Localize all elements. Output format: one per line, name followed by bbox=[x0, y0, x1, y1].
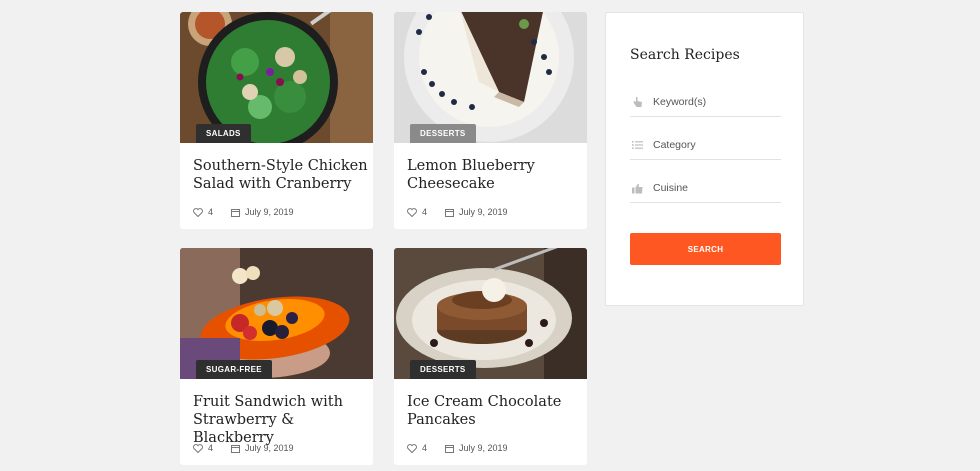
calendar-icon bbox=[445, 208, 455, 217]
calendar-icon bbox=[231, 208, 241, 217]
pointer-hand-icon bbox=[632, 96, 644, 108]
recipe-card[interactable]: DESSERTS Lemon Blueberry Cheesecake 4 Ju… bbox=[394, 12, 587, 229]
thumbs-up-icon bbox=[632, 182, 644, 194]
recipe-image[interactable]: DESSERTS bbox=[394, 248, 587, 379]
recipe-image[interactable]: DESSERTS bbox=[394, 12, 587, 143]
cuisine-placeholder[interactable]: Cuisine bbox=[653, 182, 688, 194]
recipe-card[interactable]: SUGAR-FREE Fruit Sandwich with Strawberr… bbox=[180, 248, 373, 465]
heart-icon[interactable] bbox=[407, 443, 417, 453]
category-badge[interactable]: SUGAR-FREE bbox=[196, 360, 272, 379]
recipe-image[interactable]: SALADS bbox=[180, 12, 373, 143]
category-badge[interactable]: DESSERTS bbox=[410, 124, 476, 143]
likes-count: 4 bbox=[422, 207, 428, 217]
recipe-card[interactable]: DESSERTS Ice Cream Chocolate Pancakes 4 … bbox=[394, 248, 587, 465]
calendar-icon bbox=[445, 444, 455, 453]
keyword-placeholder[interactable]: Keyword(s) bbox=[653, 96, 706, 108]
likes-count: 4 bbox=[422, 443, 428, 453]
recipe-title[interactable]: Fruit Sandwich with Strawberry & Blackbe… bbox=[193, 393, 368, 447]
likes-count: 4 bbox=[208, 443, 214, 453]
recipe-card[interactable]: SALADS Southern-Style Chicken Salad with… bbox=[180, 12, 373, 229]
recipe-date: July 9, 2019 bbox=[245, 443, 294, 453]
likes-count: 4 bbox=[208, 207, 214, 217]
keyword-field[interactable]: Keyword(s) bbox=[630, 88, 781, 117]
recipe-date: July 9, 2019 bbox=[245, 207, 294, 217]
recipe-meta: 4 July 9, 2019 bbox=[193, 443, 294, 453]
recipe-title[interactable]: Lemon Blueberry Cheesecake bbox=[407, 157, 582, 193]
list-icon bbox=[632, 139, 644, 151]
heart-icon[interactable] bbox=[407, 207, 417, 217]
calendar-icon bbox=[231, 444, 241, 453]
recipe-title[interactable]: Ice Cream Chocolate Pancakes bbox=[407, 393, 582, 429]
recipe-title[interactable]: Southern-Style Chicken Salad with Cranbe… bbox=[193, 157, 368, 193]
heart-icon[interactable] bbox=[193, 443, 203, 453]
category-placeholder[interactable]: Category bbox=[653, 139, 696, 151]
category-badge[interactable]: SALADS bbox=[196, 124, 251, 143]
recipe-meta: 4 July 9, 2019 bbox=[407, 207, 508, 217]
recipe-image[interactable]: SUGAR-FREE bbox=[180, 248, 373, 379]
recipe-meta: 4 July 9, 2019 bbox=[407, 443, 508, 453]
recipe-meta: 4 July 9, 2019 bbox=[193, 207, 294, 217]
widget-heading: Search Recipes bbox=[630, 47, 740, 63]
search-button[interactable]: SEARCH bbox=[630, 233, 781, 265]
search-recipes-widget: Search Recipes Keyword(s) Category Cuisi… bbox=[605, 12, 804, 306]
recipe-date: July 9, 2019 bbox=[459, 443, 508, 453]
cuisine-field[interactable]: Cuisine bbox=[630, 174, 781, 203]
heart-icon[interactable] bbox=[193, 207, 203, 217]
category-field[interactable]: Category bbox=[630, 131, 781, 160]
recipe-date: July 9, 2019 bbox=[459, 207, 508, 217]
category-badge[interactable]: DESSERTS bbox=[410, 360, 476, 379]
